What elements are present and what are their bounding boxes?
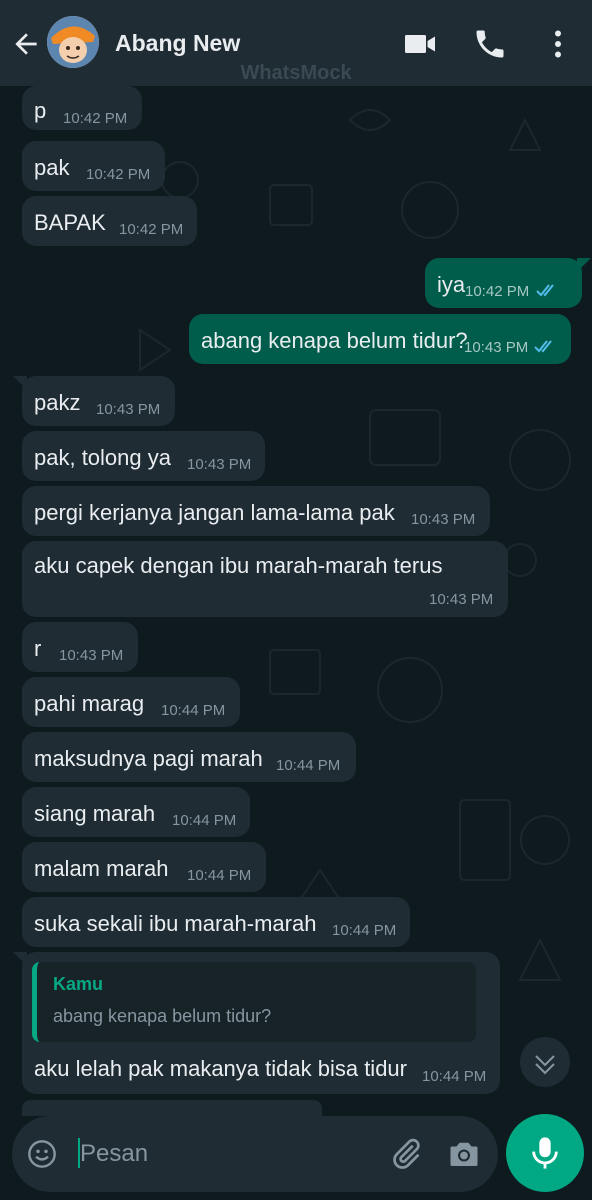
message-time: 10:43 PM bbox=[411, 511, 476, 528]
bubble-tail bbox=[13, 376, 27, 390]
back-arrow-icon[interactable] bbox=[10, 28, 42, 60]
message-text: aku lelah pak makanya tidak bisa tidur bbox=[34, 1056, 407, 1081]
message-bubble[interactable]: siang marah 10:44 PM bbox=[22, 787, 250, 837]
message-time: 10:42 PM bbox=[465, 283, 530, 300]
emoji-icon[interactable] bbox=[26, 1138, 58, 1170]
watermark: WhatsMock bbox=[240, 62, 352, 84]
contact-name[interactable]: Abang New bbox=[115, 30, 240, 57]
message-time: 10:44 PM bbox=[276, 757, 341, 774]
message-bubble[interactable]: pakz 10:43 PM bbox=[13, 376, 175, 426]
bubble-tail bbox=[13, 952, 27, 966]
message-bubble[interactable]: pak, tolong ya 10:43 PM bbox=[22, 431, 265, 481]
read-receipt-icon bbox=[534, 340, 552, 353]
message-bubble[interactable]: abang kenapa belum tidur? 10:43 PM bbox=[189, 314, 571, 364]
attach-icon[interactable] bbox=[388, 1136, 424, 1172]
message-text: siang marah bbox=[34, 801, 156, 826]
message-time: 10:42 PM bbox=[63, 110, 128, 127]
partial-message-bubble bbox=[22, 1100, 322, 1116]
message-time: 10:44 PM bbox=[161, 702, 226, 719]
message-text: p bbox=[34, 98, 47, 123]
message-text: aku capek dengan ibu marah-marah terus bbox=[34, 553, 443, 578]
message-bubble[interactable]: suka sekali ibu marah-marah 10:44 PM bbox=[22, 897, 410, 947]
scroll-to-bottom-button[interactable] bbox=[520, 1037, 570, 1087]
message-text: pergi kerjanya jangan lama-lama pak bbox=[34, 500, 395, 525]
message-text: suka sekali ibu marah-marah bbox=[34, 911, 317, 936]
bubble-tail bbox=[577, 258, 591, 272]
voice-record-button[interactable] bbox=[506, 1114, 584, 1192]
camera-icon[interactable] bbox=[446, 1136, 482, 1172]
message-time: 10:42 PM bbox=[119, 221, 184, 238]
message-bubble[interactable]: maksudnya pagi marah 10:44 PM bbox=[22, 732, 356, 782]
message-bubble[interactable]: r 10:43 PM bbox=[22, 622, 138, 672]
mic-icon bbox=[532, 1137, 558, 1169]
message-bubble[interactable]: iya 10:42 PM bbox=[425, 258, 591, 308]
chevron-down-icon bbox=[535, 1055, 555, 1075]
message-time: 10:44 PM bbox=[332, 922, 397, 939]
message-time: 10:42 PM bbox=[86, 166, 151, 183]
quoted-message[interactable]: Kamu abang kenapa belum tidur? bbox=[32, 962, 476, 1042]
quote-text: abang kenapa belum tidur? bbox=[53, 1006, 272, 1026]
message-bubble[interactable]: malam marah 10:44 PM bbox=[22, 842, 266, 892]
message-time: 10:44 PM bbox=[187, 867, 252, 884]
message-bubble[interactable]: BAPAK 10:42 PM bbox=[22, 196, 197, 246]
avatar-image bbox=[47, 16, 99, 68]
message-text: pak, tolong ya bbox=[34, 445, 171, 470]
message-input[interactable]: Pesan bbox=[80, 1140, 148, 1168]
quote-author: Kamu bbox=[53, 974, 104, 994]
read-receipt-icon bbox=[536, 284, 554, 297]
phone-icon[interactable] bbox=[472, 26, 508, 62]
message-time: 10:43 PM bbox=[59, 647, 124, 664]
video-call-icon[interactable] bbox=[402, 26, 438, 62]
avatar[interactable] bbox=[47, 16, 99, 68]
more-vert-icon[interactable] bbox=[540, 26, 576, 62]
message-bubble[interactable]: pak 10:42 PM bbox=[22, 141, 165, 191]
message-composer[interactable]: Pesan bbox=[12, 1116, 498, 1192]
message-bubble[interactable]: p 10:42 PM bbox=[22, 86, 142, 130]
message-bubble[interactable]: pahi marag 10:44 PM bbox=[22, 677, 240, 727]
message-text: r bbox=[34, 636, 42, 661]
message-time: 10:44 PM bbox=[172, 812, 237, 829]
message-text: pakz bbox=[34, 390, 81, 415]
message-bubble[interactable]: aku capek dengan ibu marah-marah terus 1… bbox=[22, 541, 508, 617]
message-time: 10:44 PM bbox=[422, 1068, 487, 1085]
reply-message-bubble[interactable]: Kamu abang kenapa belum tidur? aku lelah… bbox=[13, 952, 500, 1094]
message-text: pahi marag bbox=[34, 691, 145, 716]
message-text: abang kenapa belum tidur? bbox=[201, 328, 468, 353]
message-time: 10:43 PM bbox=[429, 591, 494, 608]
message-text: malam marah bbox=[34, 856, 169, 881]
message-time: 10:43 PM bbox=[464, 339, 529, 356]
message-time: 10:43 PM bbox=[96, 401, 161, 418]
message-text: iya bbox=[437, 272, 466, 297]
message-text: pak bbox=[34, 155, 70, 180]
message-text: BAPAK bbox=[34, 210, 106, 235]
message-time: 10:43 PM bbox=[187, 456, 252, 473]
message-text: maksudnya pagi marah bbox=[34, 746, 263, 771]
message-bubble[interactable]: pergi kerjanya jangan lama-lama pak 10:4… bbox=[22, 486, 490, 536]
